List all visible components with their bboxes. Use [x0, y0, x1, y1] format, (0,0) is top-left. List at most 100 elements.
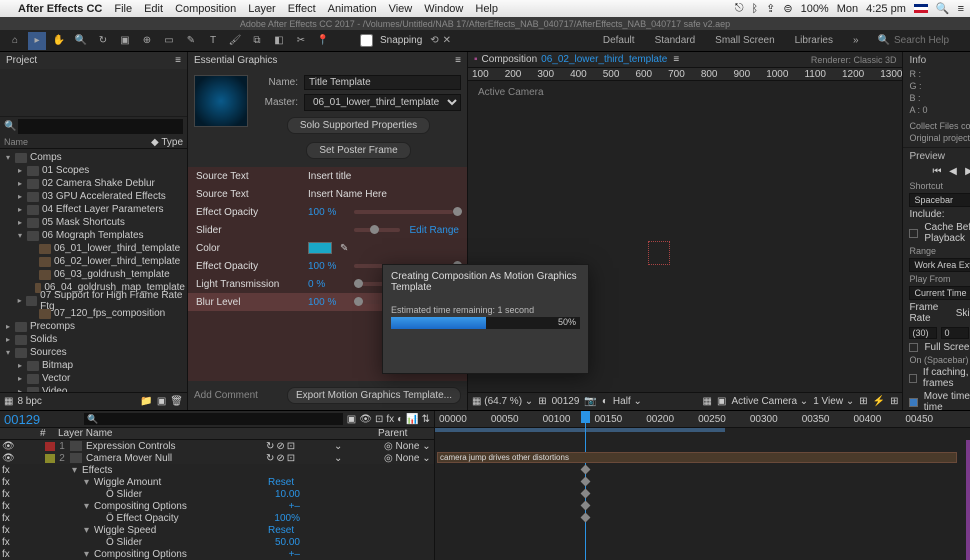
pan-behind-tool[interactable]: ⊕	[138, 32, 156, 50]
stop-move-checkbox[interactable]	[909, 398, 917, 407]
project-tree[interactable]: ▾Comps▸01 Scopes▸02 Camera Shake Deblur▸…	[0, 149, 187, 392]
timeline-property-row[interactable]: fx▾Wiggle SpeedReset	[0, 524, 434, 536]
tree-item[interactable]: ▸Vector	[0, 372, 187, 385]
skip-input[interactable]	[941, 327, 969, 339]
menubar-day[interactable]: Mon	[837, 3, 858, 15]
tl-inout-icon[interactable]: ⇅	[422, 414, 430, 425]
playfrom-select[interactable]: Current Time	[909, 286, 970, 300]
menu-view[interactable]: View	[389, 3, 413, 15]
brush-tool[interactable]: 🖌	[226, 32, 244, 50]
zoom-tool[interactable]: 🔍	[72, 32, 90, 50]
new-folder-icon[interactable]: 📁	[140, 396, 152, 407]
tree-item[interactable]: ▾06 Mograph Templates	[0, 229, 187, 242]
play-icon[interactable]: ▶	[963, 166, 970, 178]
cache-checkbox[interactable]	[909, 229, 918, 238]
volume-percent[interactable]: 100%	[801, 3, 829, 15]
selection-tool[interactable]: ▸	[28, 32, 46, 50]
current-time-display[interactable]: 00129	[4, 412, 64, 427]
stop-cache-checkbox[interactable]	[909, 374, 916, 383]
framerate-input[interactable]	[909, 327, 937, 339]
fast-preview-icon[interactable]: ⚡	[873, 396, 885, 407]
interp-icon[interactable]: ▦	[4, 396, 13, 407]
tree-item[interactable]: ▸07 Support for High Frame Rate Ftg	[0, 294, 187, 307]
tree-item[interactable]: ▸Precomps	[0, 320, 187, 333]
tree-item[interactable]: 06_01_lower_third_template	[0, 242, 187, 255]
eg-property-row[interactable]: Color✎	[188, 239, 467, 257]
tree-item[interactable]: 07_120_fps_composition	[0, 307, 187, 320]
timeline-tracks[interactable]: 0000000050001000015000200002500030000350…	[435, 411, 970, 560]
flag-icon[interactable]	[914, 4, 928, 13]
first-frame-icon[interactable]: ⏮	[931, 166, 943, 178]
timeline-property-row[interactable]: fx▾Compositing Options+–	[0, 500, 434, 512]
menu-effect[interactable]: Effect	[288, 3, 316, 15]
workspace-standard[interactable]: Standard	[646, 33, 705, 48]
menu-window[interactable]: Window	[424, 3, 463, 15]
puppet-tool[interactable]: 📍	[314, 32, 332, 50]
tree-item[interactable]: ▸03 GPU Accelerated Effects	[0, 190, 187, 203]
new-comp-icon[interactable]: ▣	[157, 396, 166, 407]
keyframe[interactable]	[581, 489, 591, 499]
roto-tool[interactable]: ✂	[292, 32, 310, 50]
viewer-renderer[interactable]: Renderer: Classic 3D	[811, 55, 897, 65]
eg-property-row[interactable]: SliderEdit Range	[188, 221, 467, 239]
text-tool[interactable]: T	[204, 32, 222, 50]
keyframe[interactable]	[581, 513, 591, 523]
eg-master-select[interactable]: 06_01_lower_third_template	[304, 94, 461, 111]
layer-bounds[interactable]	[648, 241, 670, 265]
tl-fx-icon[interactable]: fx	[386, 414, 394, 425]
wifi-icon[interactable]: ⊜	[783, 2, 792, 15]
spotlight-icon[interactable]: 🔍	[936, 2, 950, 15]
tree-item[interactable]: 06_02_lower_third_template	[0, 255, 187, 268]
fullscreen-checkbox[interactable]	[909, 343, 918, 352]
eg-solo-button[interactable]: Solo Supported Properties	[287, 117, 430, 134]
tree-item[interactable]: ▸04 Effect Layer Parameters	[0, 203, 187, 216]
tree-item[interactable]: ▾Comps	[0, 151, 187, 164]
timeline-layer-row[interactable]: 👁2Camera Mover Null↻⊘⊡ ⌄◎ None ⌄	[0, 452, 434, 464]
menu-animation[interactable]: Animation	[328, 3, 377, 15]
timeline-layer-row[interactable]: 👁1Expression Controls↻⊘⊡ ⌄◎ None ⌄	[0, 440, 434, 452]
menu-edit[interactable]: Edit	[144, 3, 163, 15]
eg-add-comment[interactable]: Add Comment	[194, 390, 258, 401]
shortcut-select[interactable]: Spacebar	[909, 193, 970, 207]
workspace-more[interactable]: »	[844, 33, 868, 48]
timeline-property-row[interactable]: fxÖ Effect Opacity100%	[0, 512, 434, 524]
menubar-time[interactable]: 4:25 pm	[866, 3, 906, 15]
tree-item[interactable]: 06_03_goldrush_template	[0, 268, 187, 281]
workspace-small[interactable]: Small Screen	[706, 33, 783, 48]
project-search-input[interactable]	[18, 119, 183, 134]
resolution-dropdown[interactable]: Half ⌄	[613, 396, 642, 407]
eg-property-row[interactable]: Effect Opacity100 %	[188, 203, 467, 221]
tree-item[interactable]: ▸02 Camera Shake Deblur	[0, 177, 187, 190]
tree-item[interactable]: ▸Solids	[0, 333, 187, 346]
app-name[interactable]: After Effects CC	[18, 3, 102, 15]
views-dropdown[interactable]: 1 View ⌄	[813, 396, 854, 407]
eg-property-row[interactable]: Source TextInsert title	[188, 167, 467, 185]
eg-property-row[interactable]: Source TextInsert Name Here	[188, 185, 467, 203]
work-area-bar[interactable]	[435, 428, 725, 432]
current-frame-display[interactable]: 00129	[552, 396, 580, 407]
eg-export-button[interactable]: Export Motion Graphics Template...	[287, 387, 461, 404]
tl-shy-icon[interactable]: 👁	[359, 414, 372, 425]
notifications-icon[interactable]: ≡	[958, 3, 964, 15]
menu-help[interactable]: Help	[475, 3, 498, 15]
clone-tool[interactable]: ⧉	[248, 32, 266, 50]
tl-comp-icon[interactable]: ▣	[347, 414, 356, 425]
menu-layer[interactable]: Layer	[248, 3, 276, 15]
timeline-property-row[interactable]: fx▾Effects	[0, 464, 434, 476]
snapshot-icon[interactable]: 📷	[584, 396, 596, 407]
workspace-libraries[interactable]: Libraries	[786, 33, 842, 48]
channel-icon[interactable]: ◐	[602, 396, 608, 407]
magnification-dropdown[interactable]: ▦ (64.7 %) ⌄	[472, 396, 533, 407]
eraser-tool[interactable]: ◧	[270, 32, 288, 50]
home-icon[interactable]: ⌂	[6, 32, 24, 50]
tl-draft-icon[interactable]: ⊡	[375, 414, 383, 425]
keyframe[interactable]	[581, 501, 591, 511]
res-indicator-icon[interactable]: ⊞	[538, 396, 546, 407]
rotate-tool[interactable]: ↻	[94, 32, 112, 50]
shape-tool[interactable]: ▭	[160, 32, 178, 50]
camera-tool[interactable]: ▣	[116, 32, 134, 50]
timeline-search-input[interactable]	[84, 413, 343, 425]
snap-opt-icon[interactable]: ⟲	[430, 35, 438, 46]
viewer-comp-name[interactable]: 06_02_lower_third_template	[541, 54, 667, 65]
mask-icon[interactable]: ▣	[717, 396, 726, 407]
